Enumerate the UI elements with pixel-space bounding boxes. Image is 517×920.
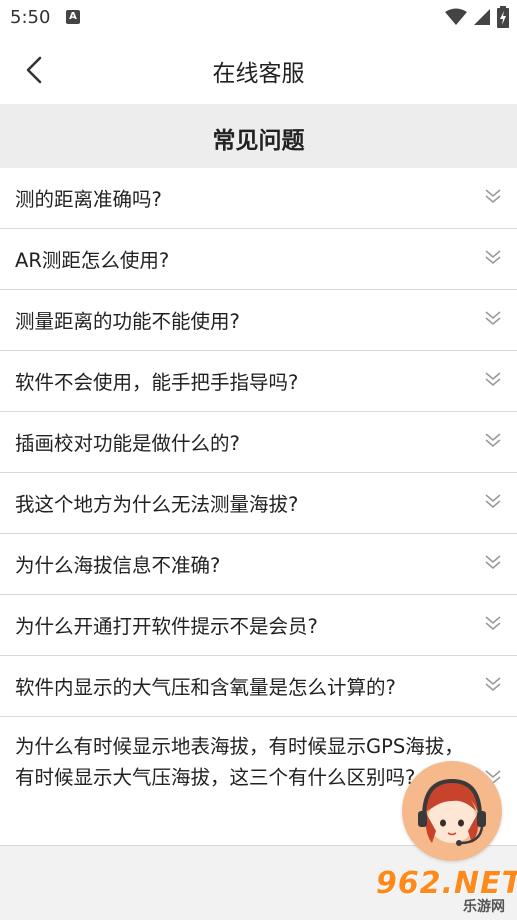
page-title: 在线客服 <box>212 61 305 87</box>
faq-item[interactable]: 测的距离准确吗? <box>0 168 517 229</box>
faq-question: 为什么开通打开软件提示不是会员? <box>15 615 318 638</box>
faq-item[interactable]: 我这个地方为什么无法测量海拔? <box>0 473 517 534</box>
faq-item[interactable]: 插画校对功能是做什么的? <box>0 412 517 473</box>
page: 5:50 A 在线客服 常见问题 测的距离准确吗? AR测距怎么使用? 测量距离… <box>0 0 517 920</box>
double-chevron-down-icon <box>485 677 501 692</box>
signal-icon <box>474 9 490 25</box>
faq-item[interactable]: 为什么开通打开软件提示不是会员? <box>0 595 517 656</box>
double-chevron-down-icon <box>485 555 501 570</box>
faq-item[interactable]: 测量距离的功能不能使用? <box>0 290 517 351</box>
faq-question: 软件内显示的大气压和含氧量是怎么计算的? <box>15 676 396 699</box>
customer-service-button[interactable] <box>402 761 502 861</box>
faq-item[interactable]: 软件不会使用，能手把手指导吗? <box>0 351 517 412</box>
wifi-icon <box>445 8 467 25</box>
double-chevron-down-icon <box>485 433 501 448</box>
faq-question: 软件不会使用，能手把手指导吗? <box>15 371 299 394</box>
battery-icon <box>497 6 509 28</box>
status-time: 5:50 <box>10 7 51 28</box>
double-chevron-down-icon <box>485 372 501 387</box>
faq-list: 测的距离准确吗? AR测距怎么使用? 测量距离的功能不能使用? 软件不会使用，能… <box>0 168 517 846</box>
faq-item[interactable]: 软件内显示的大气压和含氧量是怎么计算的? <box>0 656 517 717</box>
section-title: 常见问题 <box>212 128 305 154</box>
faq-question: 测的距离准确吗? <box>15 188 162 211</box>
notification-icon: A <box>66 10 80 24</box>
double-chevron-down-icon <box>485 494 501 509</box>
watermark-sub: 乐游网 <box>463 899 505 915</box>
watermark-logo: 962.NET 乐游网 <box>376 866 517 916</box>
faq-question: AR测距怎么使用? <box>15 249 170 272</box>
app-header: 在线客服 <box>0 36 517 104</box>
faq-section-header: 常见问题 <box>0 104 517 169</box>
double-chevron-down-icon <box>485 189 501 204</box>
status-bar: 5:50 A <box>0 0 517 36</box>
faq-question: 我这个地方为什么无法测量海拔? <box>15 493 299 516</box>
support-agent-icon <box>418 778 486 846</box>
faq-question: 测量距离的功能不能使用? <box>15 310 240 333</box>
double-chevron-down-icon <box>485 311 501 326</box>
faq-item[interactable]: AR测距怎么使用? <box>0 229 517 290</box>
faq-question: 为什么海拔信息不准确? <box>15 554 221 577</box>
status-icons <box>445 6 509 28</box>
faq-question: 插画校对功能是做什么的? <box>15 432 240 455</box>
double-chevron-down-icon <box>485 250 501 265</box>
faq-item[interactable]: 为什么海拔信息不准确? <box>0 534 517 595</box>
double-chevron-down-icon <box>485 616 501 631</box>
